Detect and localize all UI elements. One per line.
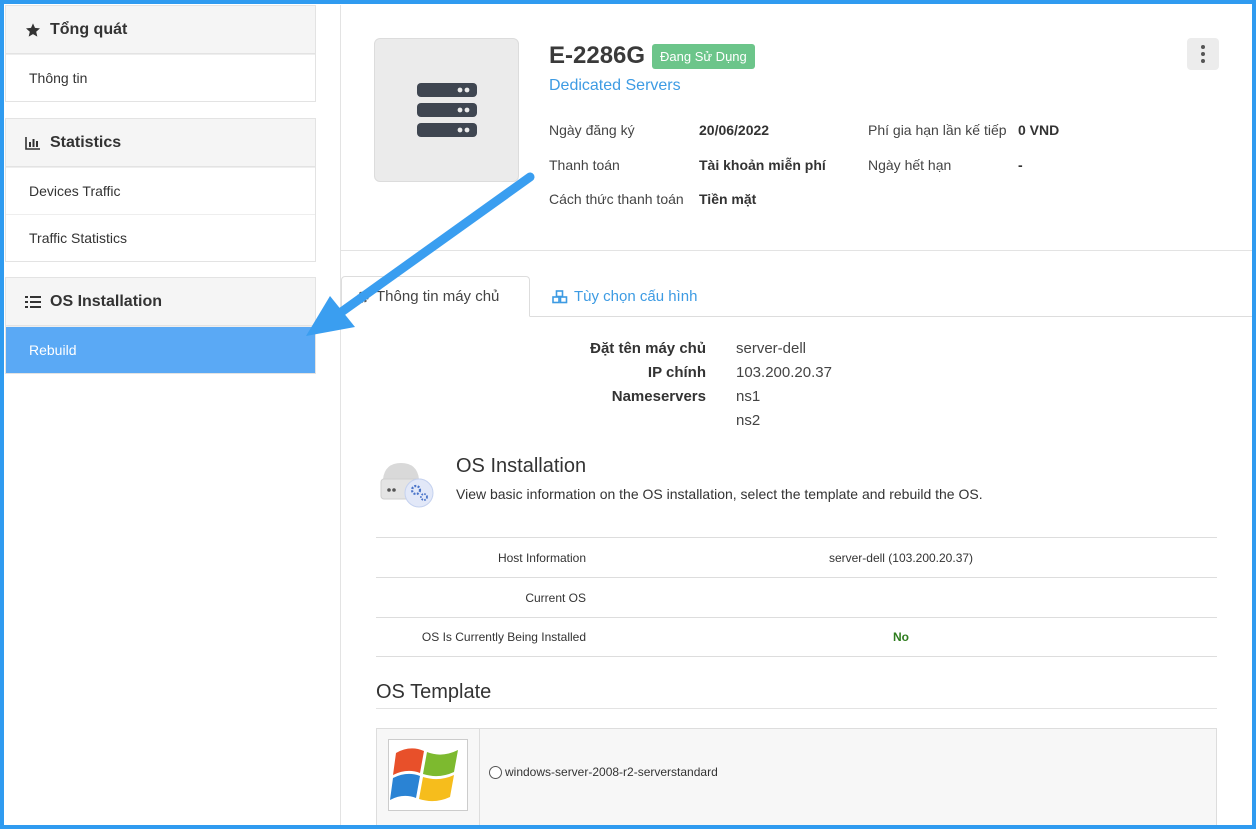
template-name: windows-server-2008-r2-serverstandard [505, 765, 718, 779]
overview-panel: Tổng quát Thông tin [5, 5, 316, 102]
os-installation-header: OS Installation [6, 278, 315, 326]
overview-header: Tổng quát [6, 6, 315, 54]
table-row: Host Information server-dell (103.200.20… [376, 537, 1217, 577]
list-icon [24, 295, 42, 309]
renewal-label: Phí gia hạn lần kế tiếp [868, 122, 1007, 138]
payment-method-value: Tiền mặt [699, 191, 757, 207]
row-label: Current OS [525, 590, 586, 605]
overview-title: Tổng quát [50, 20, 128, 38]
sidebar-item-label: Devices Traffic [29, 183, 121, 199]
row-value: server-dell (103.200.20.37) [828, 550, 974, 565]
ip-label: IP chính [647, 364, 706, 381]
tab-label: Thông tin máy chủ [376, 288, 500, 305]
sidebar-item-info[interactable]: Thông tin [6, 54, 315, 101]
sidebar-item-label: Rebuild [29, 342, 77, 358]
cubes-icon [552, 289, 568, 304]
row-label: OS Is Currently Being Installed [421, 630, 586, 644]
nameserver-2: ns2 [736, 412, 761, 429]
server-thumbnail [374, 38, 519, 182]
tab-config-options[interactable]: Tùy chọn cấu hình [538, 276, 711, 317]
os-installation-description: View basic information on the OS install… [456, 486, 983, 502]
table-row: OS Is Currently Being Installed No [376, 617, 1217, 657]
payment-value: Tài khoản miễn phí [699, 157, 826, 173]
template-cell-divider [479, 729, 480, 829]
expiry-value: - [1018, 157, 1023, 173]
disk-settings-icon [379, 457, 435, 514]
statistics-panel: Statistics Devices Traffic Traffic Stati… [5, 118, 316, 262]
bar-chart-icon [24, 136, 42, 150]
expiry-label: Ngày hết hạn [868, 157, 952, 173]
registered-label: Ngày đăng ký [549, 122, 635, 138]
windows-logo-icon [388, 739, 468, 811]
hostname-value: server-dell [736, 340, 807, 357]
more-options-button[interactable] [1187, 38, 1219, 70]
sidebar-item-label: Traffic Statistics [29, 230, 128, 246]
sidebar-item-label: Thông tin [29, 70, 88, 86]
os-template-divider [376, 708, 1217, 709]
sidebar-item-devices-traffic[interactable]: Devices Traffic [6, 167, 315, 214]
radio-button[interactable] [489, 765, 502, 779]
os-template-option[interactable]: windows-server-2008-r2-serverstandard [376, 728, 1217, 829]
os-info-table: Host Information server-dell (103.200.20… [376, 537, 1217, 657]
tab-server-info[interactable]: Thông tin máy chủ [341, 276, 530, 317]
os-template-heading: OS Template [376, 681, 492, 703]
os-installation-heading: OS Installation [456, 455, 587, 477]
payment-label: Thanh toán [549, 157, 620, 173]
statistics-header: Statistics [6, 119, 315, 167]
os-installation-title: OS Installation [50, 292, 163, 310]
ip-value: 103.200.20.37 [736, 364, 832, 381]
product-header-card: E-2286G Đang Sử Dụng Dedicated Servers N… [341, 5, 1253, 251]
statistics-title: Statistics [50, 133, 122, 151]
row-label: Host Information [497, 550, 586, 565]
star-icon [24, 22, 42, 38]
row-value: No [893, 630, 909, 644]
sidebar-item-traffic-statistics[interactable]: Traffic Statistics [6, 214, 315, 261]
os-installation-panel: OS Installation Rebuild [5, 277, 316, 374]
product-group-link[interactable]: Dedicated Servers [549, 77, 681, 95]
template-radio-option[interactable]: windows-server-2008-r2-serverstandard [489, 765, 718, 779]
main-content: E-2286G Đang Sử Dụng Dedicated Servers N… [340, 5, 1253, 829]
payment-method-label: Cách thức thanh toán [549, 191, 684, 207]
hostname-label: Đặt tên máy chủ [590, 340, 706, 357]
table-row: Current OS [376, 577, 1217, 617]
product-name: E-2286G [549, 42, 646, 69]
nameserver-1: ns1 [736, 388, 761, 405]
status-badge: Đang Sử Dụng [652, 44, 755, 69]
tab-label: Tùy chọn cấu hình [574, 288, 698, 305]
registered-value: 20/06/2022 [699, 122, 770, 138]
renewal-value: 0 VND [1018, 122, 1060, 138]
sidebar-item-rebuild[interactable]: Rebuild [6, 326, 315, 373]
gear-icon [356, 290, 370, 304]
nameservers-label: Nameservers [611, 388, 706, 405]
server-icon [416, 83, 477, 137]
